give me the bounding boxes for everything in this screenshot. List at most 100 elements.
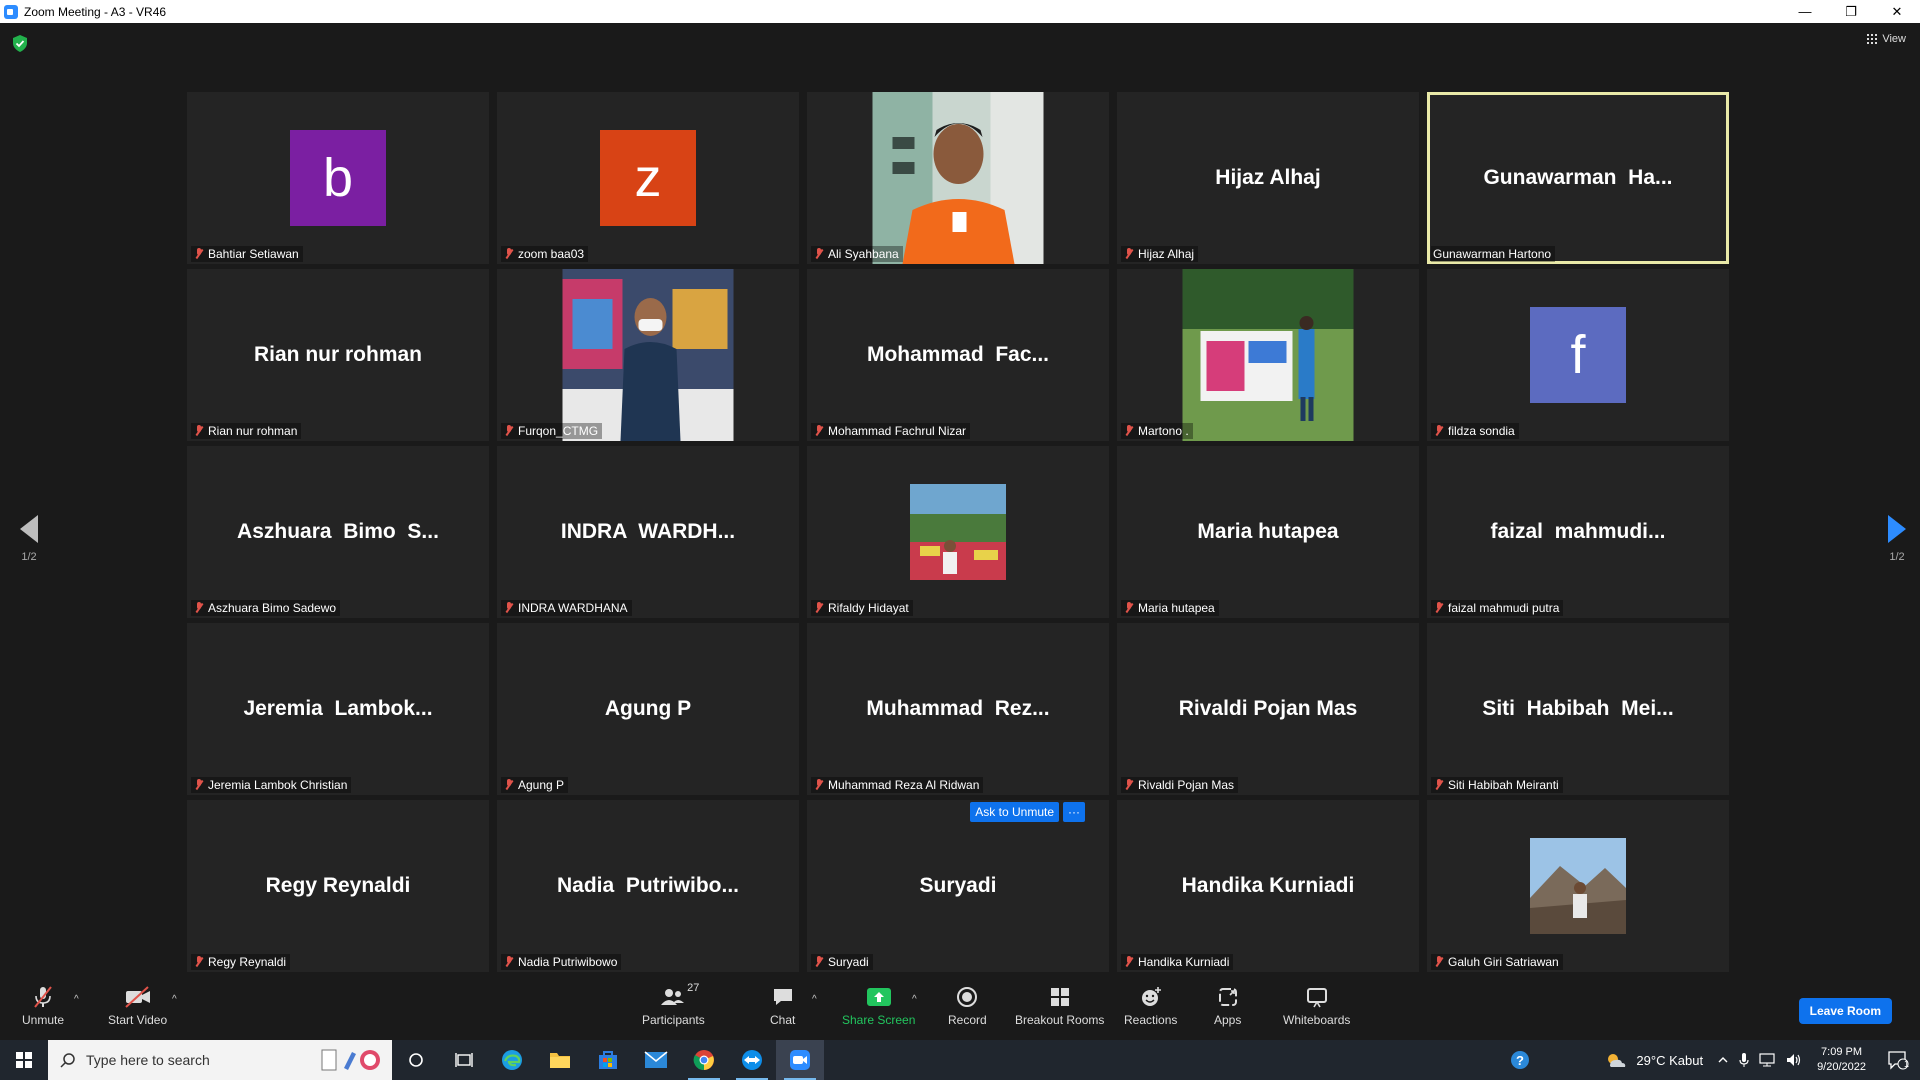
search-highlight-doodle-icon [321,1049,380,1071]
participant-display-name: Muhammad Rez... [866,697,1050,720]
participant-name: Aszhuara Bimo Sadewo [208,601,337,615]
close-button[interactable]: ✕ [1874,0,1920,23]
participant-tile[interactable]: Furqon_CTMG [497,269,799,441]
taskbar-search-box[interactable]: Type here to search [48,1040,392,1080]
taskbar-file-explorer[interactable] [536,1040,584,1080]
chat-button[interactable]: Chat [770,984,795,1027]
participants-button[interactable]: 27 Participants [642,982,705,1027]
taskbar-teamviewer[interactable] [728,1040,776,1080]
participant-label: Maria hutapea [1121,600,1219,616]
mail-envelope-icon [644,1051,668,1068]
participant-tile[interactable]: Mohammad Fac... Mohammad Fachrul Nizar [807,269,1109,441]
participant-display-name: Gunawarman Ha... [1483,166,1673,189]
whiteboards-button[interactable]: Whiteboards [1283,984,1350,1027]
taskbar-mail[interactable] [632,1040,680,1080]
audio-options-caret[interactable]: ^ [74,994,79,1005]
participant-label: Rian nur rohman [191,423,302,439]
notification-count: 1 [1903,1059,1909,1069]
participant-display-name: Handika Kurniadi [1181,874,1355,897]
participant-label: Jeremia Lambok Christian [191,777,352,793]
participant-tile[interactable]: Agung P Agung P [497,623,799,795]
avatar: f [1530,307,1626,403]
participant-tile[interactable]: faizal mahmudi... faizal mahmudi putra [1427,446,1729,618]
muted-mic-icon [503,779,515,791]
chat-bubble-icon [771,984,795,1010]
muted-mic-icon [193,602,205,614]
minimize-button[interactable]: — [1782,0,1828,23]
unmute-button[interactable]: Unmute [22,984,64,1027]
participant-tile-hovered[interactable]: Ask to Unmute ··· Suryadi Suryadi [807,800,1109,972]
participant-tile[interactable]: Siti Habibah Mei... Siti Habibah Meirant… [1427,623,1729,795]
participant-name: Maria hutapea [1138,601,1215,615]
share-screen-icon [866,984,892,1010]
participant-tile[interactable]: Galuh Giri Satriawan [1427,800,1729,972]
weather-text[interactable]: 29°C Kabut [1636,1053,1703,1068]
record-button[interactable]: Record [948,984,987,1027]
share-screen-button[interactable]: Share Screen [842,984,915,1027]
teamviewer-icon [742,1050,762,1070]
participant-tile[interactable]: Regy Reynaldi Regy Reynaldi [187,800,489,972]
taskbar-zoom[interactable] [776,1040,824,1080]
participant-tile[interactable]: Rifaldy Hidayat [807,446,1109,618]
participant-video [872,92,1044,264]
restore-button[interactable]: ❐ [1828,0,1874,23]
participant-tile[interactable]: Ali Syahbana [807,92,1109,264]
participant-tile[interactable]: Handika Kurniadi Handika Kurniadi [1117,800,1419,972]
help-tray-button[interactable]: ? [1496,1040,1544,1080]
security-shield-icon[interactable] [12,35,28,52]
participant-display-name: Mohammad Fac... [866,343,1050,366]
cortana-button[interactable] [392,1040,440,1080]
reactions-button[interactable]: Reactions [1124,984,1177,1027]
task-view-button[interactable] [440,1040,488,1080]
tile-hover-actions: Ask to Unmute ··· [970,802,1085,822]
participant-tile[interactable]: f fildza sondia [1427,269,1729,441]
participant-tile[interactable]: Hijaz Alhaj Hijaz Alhaj [1117,92,1419,264]
participant-tile[interactable]: INDRA WARDH... INDRA WARDHANA [497,446,799,618]
view-button[interactable]: View [1867,33,1906,45]
participant-tile[interactable]: Martono . [1117,269,1419,441]
unmute-label: Unmute [22,1013,65,1027]
participant-name: Martono . [1138,424,1189,438]
notification-center-button[interactable]: 1 [1876,1040,1920,1080]
ask-to-unmute-button[interactable]: Ask to Unmute [970,802,1059,822]
start-video-button[interactable]: Start Video [108,984,167,1027]
participant-tile[interactable]: Maria hutapea Maria hutapea [1117,446,1419,618]
participant-tile[interactable]: Muhammad Rez... Muhammad Reza Al Ridwan [807,623,1109,795]
participant-tile[interactable]: Aszhuara Bimo S... Aszhuara Bimo Sadewo [187,446,489,618]
more-options-button[interactable]: ··· [1063,802,1085,822]
video-options-caret[interactable]: ^ [172,994,177,1005]
muted-mic-icon [1123,425,1135,437]
chat-label: Chat [770,1013,796,1027]
leave-room-button[interactable]: Leave Room [1798,998,1892,1024]
participant-tile[interactable]: Jeremia Lambok... Jeremia Lambok Christi… [187,623,489,795]
chat-options-caret[interactable]: ^ [812,994,817,1005]
start-button[interactable] [0,1040,48,1080]
chevron-up-icon[interactable] [1717,1054,1729,1066]
participant-tile[interactable]: z zoom baa03 [497,92,799,264]
apps-icon [1216,984,1240,1010]
taskbar-clock[interactable]: 7:09 PM 9/20/2022 [1817,1045,1866,1075]
muted-mic-icon [813,602,825,614]
participant-tile-active-speaker[interactable]: Gunawarman Ha... Gunawarman Hartono [1427,92,1729,264]
share-options-caret[interactable]: ^ [912,994,917,1005]
apps-button[interactable]: Apps [1214,984,1241,1027]
volume-icon[interactable] [1785,1052,1803,1068]
participant-tile[interactable]: Rian nur rohman Rian nur rohman [187,269,489,441]
breakout-rooms-button[interactable]: Breakout Rooms [1015,984,1104,1027]
smiley-icon [1139,984,1163,1010]
search-icon [60,1053,75,1068]
store-bag-icon [599,1051,617,1069]
taskbar-store[interactable] [584,1040,632,1080]
muted-mic-icon [1433,602,1445,614]
taskbar-chrome[interactable] [680,1040,728,1080]
network-icon[interactable] [1759,1052,1777,1068]
participant-name: Nadia Putriwibowo [518,955,618,969]
microphone-tray-icon[interactable] [1739,1052,1749,1068]
taskbar-edge[interactable] [488,1040,536,1080]
participant-tile[interactable]: Rivaldi Pojan Mas Rivaldi Pojan Mas [1117,623,1419,795]
previous-page-button[interactable]: 1/2 [14,515,44,563]
participant-tile[interactable]: b Bahtiar Setiawan [187,92,489,264]
participant-name: Ali Syahbana [828,247,899,261]
participant-tile[interactable]: Nadia Putriwibo... Nadia Putriwibowo [497,800,799,972]
next-page-button[interactable]: 1/2 [1882,515,1912,563]
